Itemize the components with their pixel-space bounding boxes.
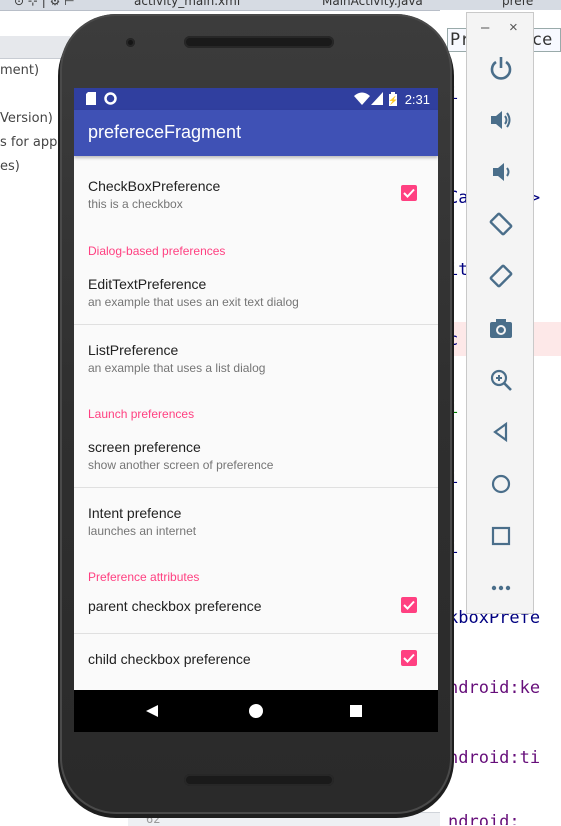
code-line: ndroid:: [448, 812, 520, 825]
top-speaker: [184, 36, 334, 48]
power-icon[interactable]: [485, 52, 517, 84]
pref-title: child checkbox preference: [88, 651, 251, 667]
home-icon[interactable]: [226, 690, 286, 732]
camera-icon[interactable]: [485, 312, 517, 344]
checkbox-checked-icon[interactable]: [401, 597, 417, 613]
ide-left-panel-header: [0, 36, 70, 59]
navigation-bar: [74, 690, 438, 732]
pref-title: screen preference: [88, 439, 201, 455]
status-time: 2:31: [404, 92, 430, 107]
back-icon[interactable]: [485, 416, 517, 448]
code-line: ndroid:ti: [448, 748, 541, 768]
pref-parent-checkbox-row[interactable]: parent checkbox preference: [74, 588, 438, 632]
svg-text:⚡: ⚡: [389, 95, 397, 105]
pref-summary: show another screen of preference: [88, 458, 274, 472]
pref-summary: an example that uses a list dialog: [88, 361, 266, 375]
rotate-left-icon[interactable]: [485, 208, 517, 240]
volume-down-icon[interactable]: [485, 156, 517, 188]
status-bar: ⚡ 2:31: [74, 88, 438, 110]
recents-icon[interactable]: [326, 690, 386, 732]
volume-up-icon[interactable]: [485, 104, 517, 136]
pref-title: ListPreference: [88, 342, 179, 358]
pref-checkbox-row[interactable]: CheckBoxPreference this is a checkbox: [74, 156, 438, 222]
ide-left-line: ment): [0, 63, 40, 78]
ide-tab-icons[interactable]: ⊙ ⊹ | ⚙ ⊢: [14, 0, 75, 8]
wifi-icon: [354, 92, 370, 110]
minimize-button[interactable]: –: [481, 19, 489, 36]
ide-left-line: Version): [0, 111, 53, 126]
ide-tab-activity-main[interactable]: activity_main.xml: [134, 0, 240, 8]
signal-icon: [371, 92, 383, 110]
close-button[interactable]: ×: [509, 19, 518, 36]
pref-summary: an example that uses an exit text dialog: [88, 295, 299, 309]
app-title: prefereceFragment: [88, 122, 242, 142]
zoom-icon[interactable]: [485, 364, 517, 396]
pref-list-row[interactable]: ListPreference an example that uses a li…: [74, 325, 438, 389]
back-icon[interactable]: [122, 690, 182, 732]
battery-icon: ⚡: [388, 92, 398, 111]
preference-list[interactable]: CheckBoxPreference this is a checkbox Di…: [74, 156, 438, 690]
sync-circle-icon: [104, 92, 117, 110]
pref-screen-row[interactable]: screen preference show another screen of…: [74, 426, 438, 488]
home-icon[interactable]: [485, 468, 517, 500]
app-bar: prefereceFragment: [74, 110, 438, 156]
code-line: ndroid:ke: [448, 678, 541, 698]
ide-left-line: es): [0, 159, 20, 174]
rotate-right-icon[interactable]: [485, 260, 517, 292]
pref-summary: this is a checkbox: [88, 197, 183, 211]
bottom-speaker: [184, 774, 334, 786]
checkbox-checked-icon[interactable]: [401, 650, 417, 666]
pref-title: CheckBoxPreference: [88, 178, 221, 194]
sd-card-icon: [86, 92, 96, 110]
pref-summary: launches an internet: [88, 524, 197, 538]
emulator-toolbar: – ×: [466, 12, 534, 614]
ide-tab-prefe[interactable]: prefe: [502, 0, 533, 8]
device-screen: ⚡ 2:31 prefereceFragment CheckBoxPrefere…: [74, 88, 438, 690]
ide-left-line: s for app: [0, 135, 58, 150]
category-launch: Launch preferences: [88, 407, 195, 421]
category-attributes: Preference attributes: [88, 570, 200, 584]
pref-title: parent checkbox preference: [88, 598, 262, 614]
pref-edittext-row[interactable]: EditTextPreference an example that uses …: [74, 262, 438, 326]
category-dialog-based: Dialog-based preferences: [88, 244, 226, 258]
checkbox-checked-icon[interactable]: [401, 185, 417, 201]
overview-icon[interactable]: [485, 520, 517, 552]
pref-title: EditTextPreference: [88, 276, 207, 292]
pref-intent-row[interactable]: Intent prefence launches an internet: [74, 488, 438, 552]
front-camera-icon: [126, 38, 135, 47]
ide-tab-main-activity[interactable]: MainActivity.java: [322, 0, 423, 8]
pref-title: Intent prefence: [88, 505, 182, 521]
pref-child-checkbox-row[interactable]: child checkbox preference: [74, 634, 438, 686]
more-icon[interactable]: [485, 572, 517, 604]
